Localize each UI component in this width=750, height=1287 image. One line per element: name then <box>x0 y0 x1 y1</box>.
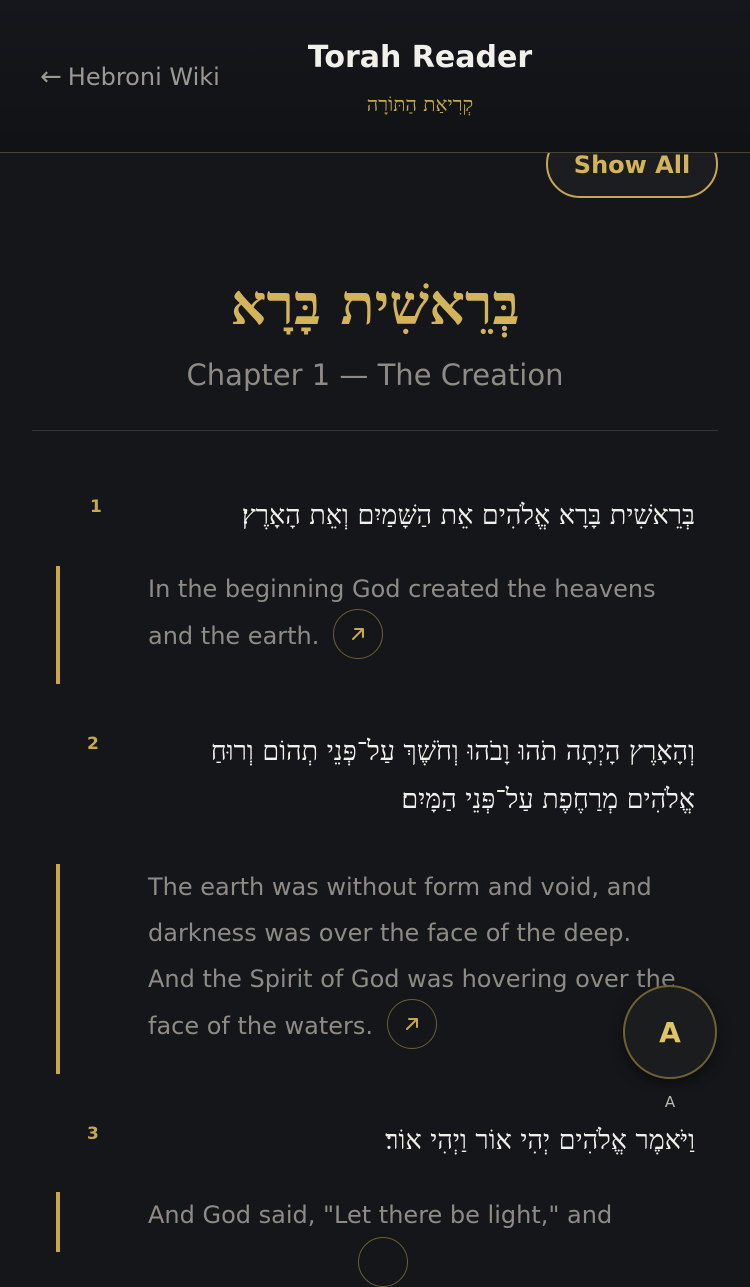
divider <box>32 430 718 431</box>
verse-number: 1 <box>90 497 102 517</box>
verse-hebrew: וְהָאָרֶץ הָיְתָה תֹהוּ וָבֹהוּ וְחֹשֶׁך… <box>210 736 695 815</box>
quote-bar <box>56 864 60 1074</box>
verse-translation-text: And God said, "Let there be light," and <box>148 1201 613 1229</box>
chapter-title: Chapter 1 — The Creation <box>186 358 564 392</box>
verse-translation: In the beginning God created the heavens… <box>148 566 698 662</box>
verse-translation: The earth was without form and void, and… <box>148 864 678 1052</box>
app-header: ← Hebroni Wiki Torah Reader קְרִיאַת הַת… <box>0 0 750 153</box>
arrow-up-right-icon[interactable] <box>387 999 438 1049</box>
book-title: בְּרֵאשִׁית בָּרָא <box>230 272 520 338</box>
font-size-button[interactable]: A <box>623 985 717 1079</box>
font-size-caption: A <box>664 1093 676 1111</box>
page-title: Torah Reader <box>307 40 533 75</box>
verse-number: 2 <box>87 734 99 754</box>
page-subtitle-hebrew: קְרִיאַת הַתּוֹרָה <box>366 92 474 116</box>
quote-bar <box>56 566 60 684</box>
arrow-up-right-icon[interactable] <box>358 1237 408 1287</box>
verse-hebrew: וַיֹּאמֶר אֱלֹהִים יְהִי אוֹר וַיְהִי או… <box>385 1125 695 1156</box>
verse-number: 3 <box>87 1124 99 1144</box>
verse-translation-text: In the beginning God created the heavens… <box>148 575 656 650</box>
verse-hebrew: בְּרֵאשִׁית בָּרָא אֱלֹהִים אֵת הַשָּׁמַ… <box>241 500 695 531</box>
arrow-up-right-icon[interactable] <box>333 609 384 659</box>
verse-translation: And God said, "Let there be light," and <box>148 1192 698 1238</box>
quote-bar <box>56 1192 60 1252</box>
